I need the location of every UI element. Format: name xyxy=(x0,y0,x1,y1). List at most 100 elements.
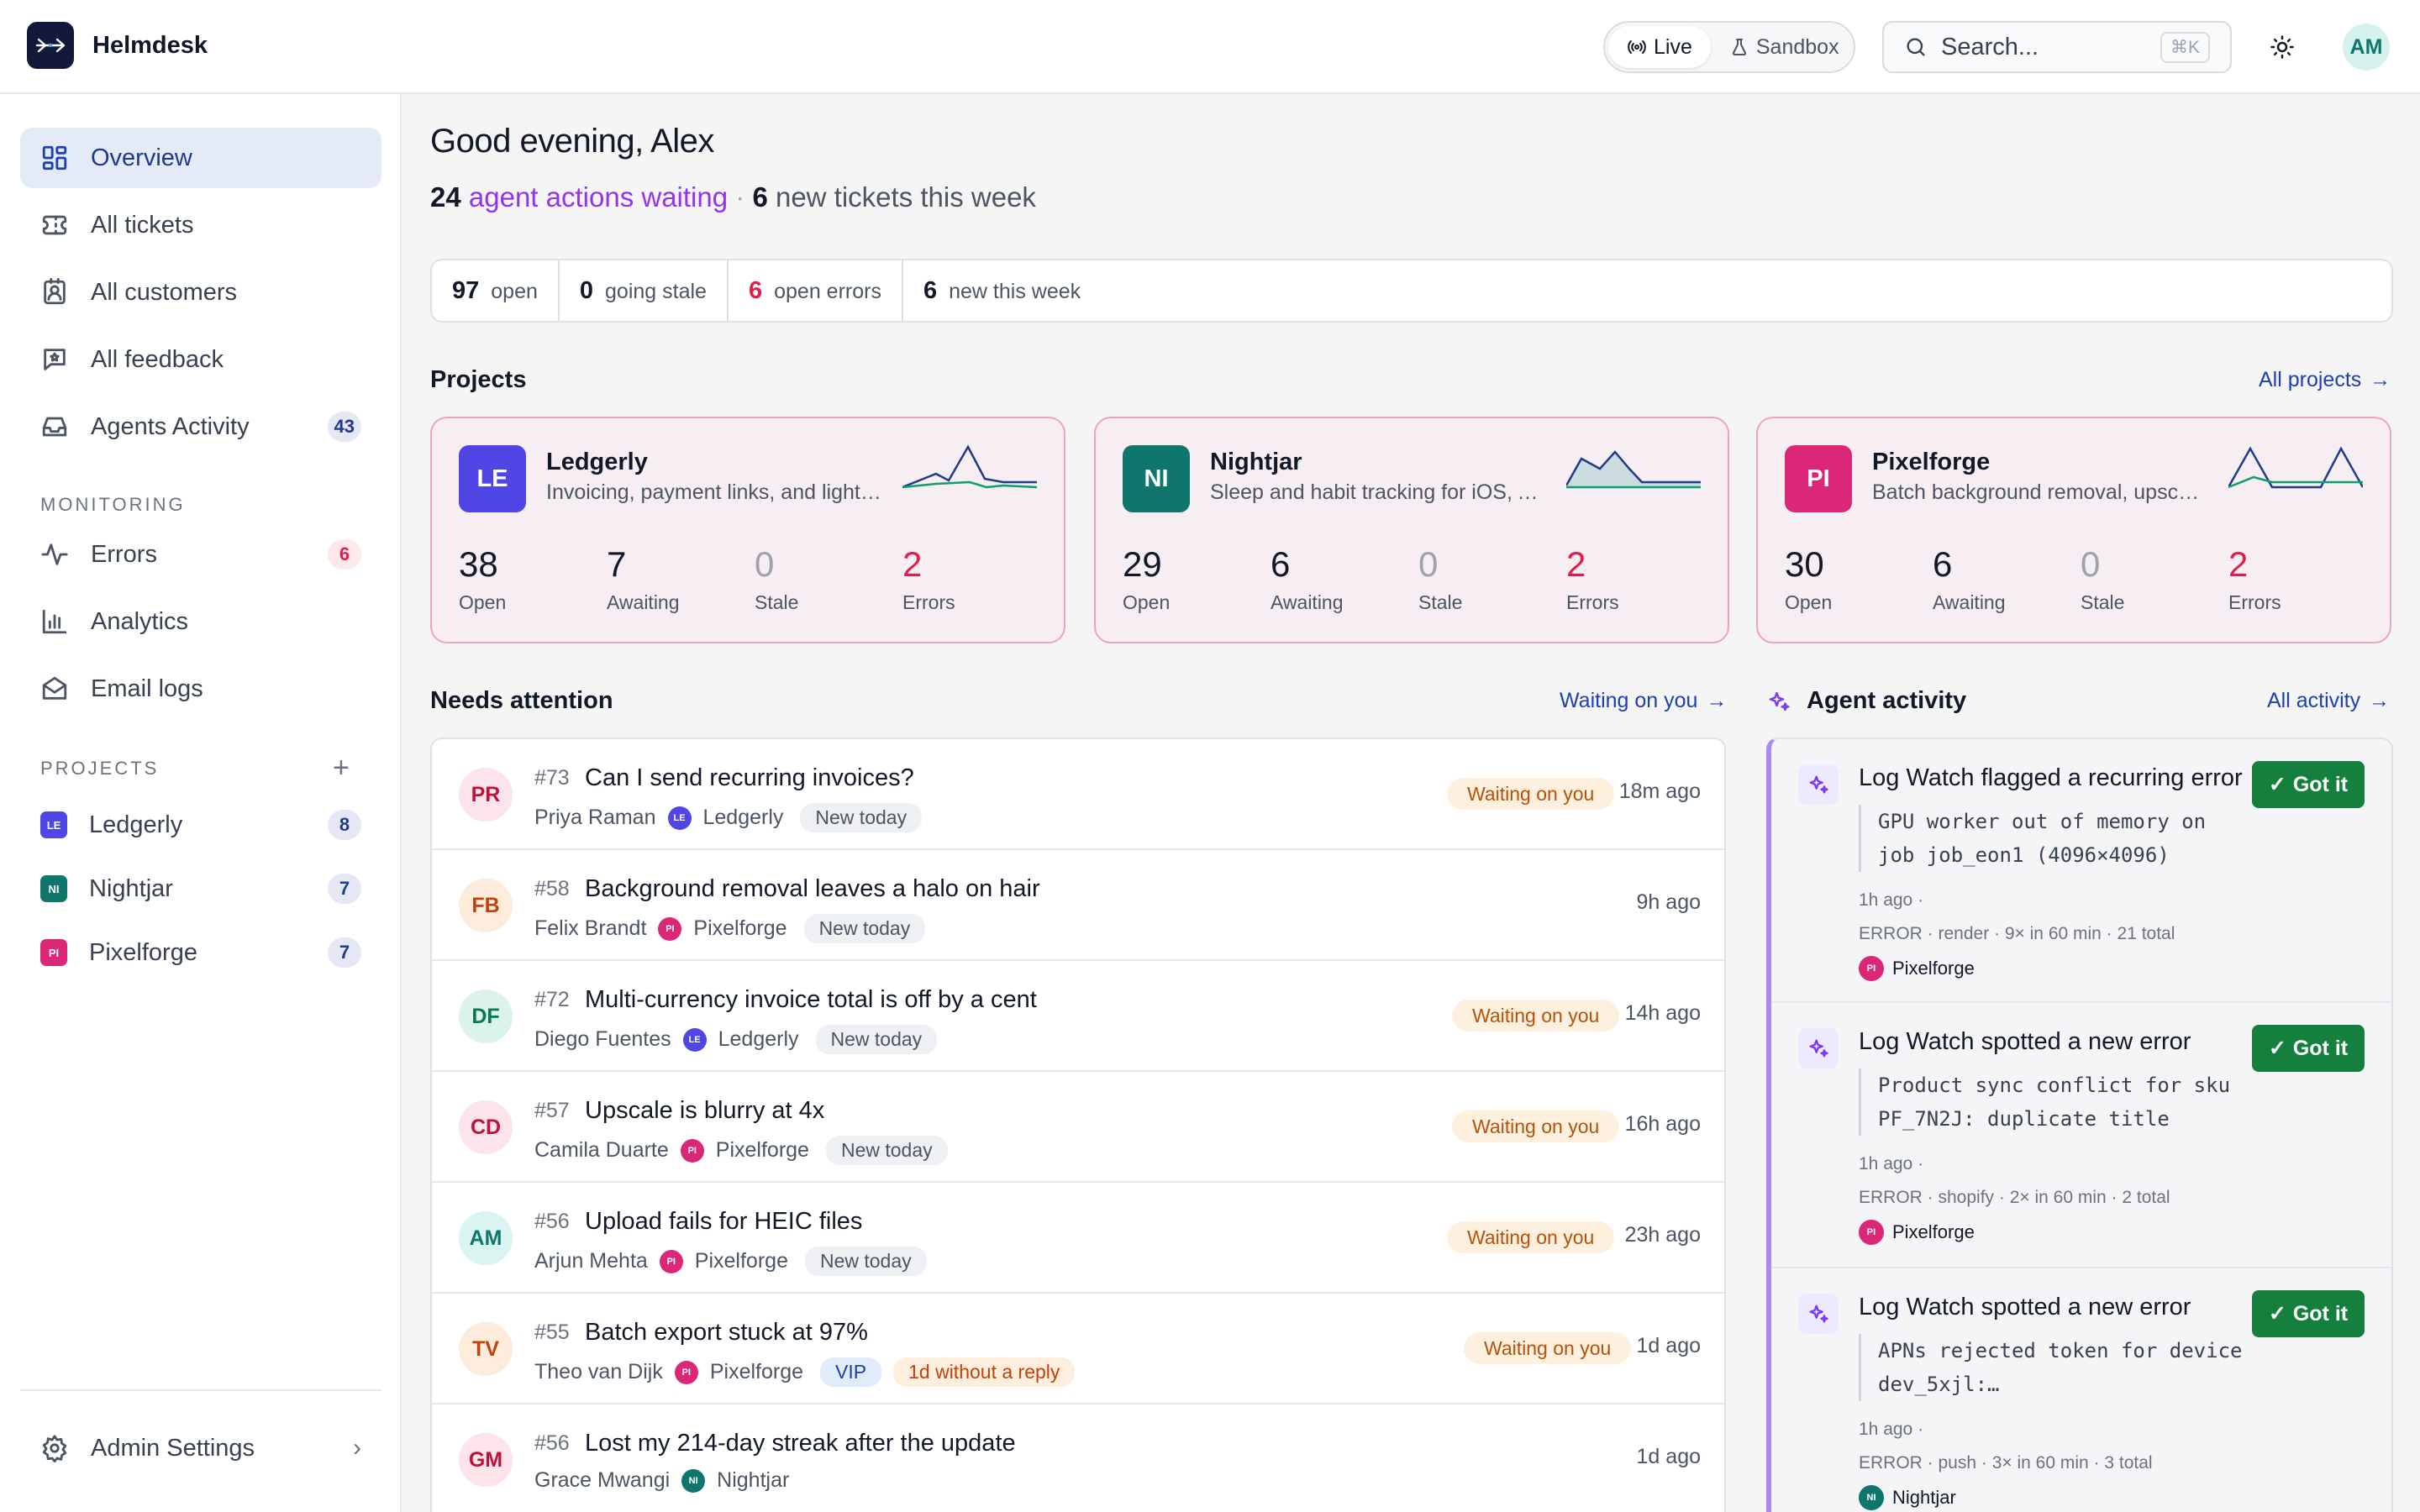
project-chip: PI xyxy=(659,1249,683,1273)
customer-name: Felix Brandt xyxy=(534,916,647,940)
nav-overview[interactable]: Overview xyxy=(20,128,381,188)
nav-admin-settings[interactable]: Admin Settings › xyxy=(20,1418,381,1478)
all-projects-link[interactable]: All projects → xyxy=(2259,368,2391,392)
got-it-button[interactable]: ✓ Got it xyxy=(2252,761,2365,808)
ticket-meta: Arjun Mehta PI Pixelforge New today xyxy=(534,1247,927,1276)
customer-avatar: FB xyxy=(459,879,513,932)
nav-all-feedback[interactable]: All feedback xyxy=(20,329,381,390)
new-today-tag: New today xyxy=(825,1136,948,1165)
project-name: Pixelforge xyxy=(694,1249,788,1273)
monitoring-section-title: MONITORING xyxy=(40,494,186,515)
project-chip: NI xyxy=(1123,445,1190,512)
activity-item[interactable]: Log Watch spotted a new error ✓ Got it AP… xyxy=(1771,1268,2391,1512)
check-icon: ✓ xyxy=(2268,1037,2286,1060)
customer-name: Priya Raman xyxy=(534,806,656,829)
inbox-icon xyxy=(42,417,67,437)
vip-tag: VIP xyxy=(820,1357,882,1387)
stat-open-value: 97 xyxy=(452,277,480,304)
agent-activity-title: Agent activity xyxy=(1807,687,1967,714)
grid-icon xyxy=(42,145,67,171)
search-icon xyxy=(1907,38,1925,56)
metric-stale: 0 Stale xyxy=(1418,544,1462,614)
search-input[interactable] xyxy=(1941,33,2147,61)
got-it-label: Got it xyxy=(2292,1036,2349,1060)
search-box[interactable]: ⌘K xyxy=(1882,21,2232,73)
new-tickets-count: 6 xyxy=(752,181,768,213)
customer-name: Grace Mwangi xyxy=(534,1468,671,1492)
waiting-on-you-link[interactable]: Waiting on you → xyxy=(1560,689,1727,713)
summary-separator: · xyxy=(735,181,745,213)
ticket-row[interactable]: FB #58 Background removal leaves a halo … xyxy=(432,850,1724,961)
customer-avatar: AM xyxy=(459,1211,513,1265)
flask-icon xyxy=(1732,39,1746,55)
metric-errors: 2 Errors xyxy=(902,544,955,614)
project-chip: LE xyxy=(667,806,692,830)
user-avatar[interactable]: AM xyxy=(2343,24,2390,71)
project-chip: PI xyxy=(674,1360,698,1384)
ticket-meta: Priya Raman LE Ledgerly New today xyxy=(534,803,923,832)
nav-all-customers[interactable]: All customers xyxy=(20,262,381,323)
new-today-tag: New today xyxy=(804,1247,927,1276)
nav-email-logs[interactable]: Email logs xyxy=(20,659,381,719)
nav-all-tickets[interactable]: All tickets xyxy=(20,195,381,255)
feedback-icon xyxy=(44,349,66,370)
all-activity-link[interactable]: All activity → xyxy=(2267,689,2390,713)
sidebar: Overview All tickets All customers All f… xyxy=(0,94,402,1512)
project-name: Pixelforge xyxy=(715,1138,809,1162)
project-name: Pixelforge xyxy=(693,916,787,940)
sidebar-project-ledgerly[interactable]: LE Ledgerly 8 xyxy=(20,795,381,855)
ticket-row[interactable]: DF #72 Multi-currency invoice total is o… xyxy=(432,961,1724,1072)
project-chip: PI xyxy=(1785,445,1852,512)
stat-new-this-week[interactable]: 6 new this week xyxy=(903,260,1101,321)
needs-attention-list: PR #73 Can I send recurring invoices? Pr… xyxy=(430,738,1726,1512)
project-card-pixelforge[interactable]: PI Pixelforge Batch background removal, … xyxy=(1756,417,2391,643)
sidebar-project-nightjar[interactable]: NI Nightjar 7 xyxy=(20,858,381,919)
nav-errors[interactable]: Errors 6 xyxy=(20,524,381,585)
metric-stale-value: 0 xyxy=(1418,544,1439,584)
theme-toggle-button[interactable] xyxy=(2264,29,2301,66)
ticket-row[interactable]: TV #55 Batch export stuck at 97% Theo va… xyxy=(432,1294,1724,1404)
nav-analytics-label: Analytics xyxy=(91,607,189,635)
project-card-nightjar[interactable]: NI Nightjar Sleep and habit tracking for… xyxy=(1094,417,1729,643)
gear-icon xyxy=(42,1435,67,1462)
customer-avatar: GM xyxy=(459,1433,513,1487)
mode-sandbox-button[interactable]: Sandbox xyxy=(1711,26,1858,68)
chevron-right-icon: › xyxy=(353,1434,361,1462)
ticket-row[interactable]: CD #57 Upscale is blurry at 4x Camila Du… xyxy=(432,1072,1724,1183)
customer-name: Camila Duarte xyxy=(534,1138,669,1162)
got-it-button[interactable]: ✓ Got it xyxy=(2252,1290,2365,1337)
agents-activity-count: 43 xyxy=(327,412,361,442)
sidebar-divider xyxy=(20,1389,381,1391)
errors-count: 6 xyxy=(328,539,361,570)
stat-going-stale[interactable]: 0 going stale xyxy=(560,260,729,321)
activity-item[interactable]: Log Watch spotted a new error ✓ Got it Pr… xyxy=(1771,1003,2391,1268)
ticket-row[interactable]: PR #73 Can I send recurring invoices? Pr… xyxy=(432,739,1724,850)
stat-open[interactable]: 97 open xyxy=(432,260,560,321)
project-description: Sleep and habit tracking for iOS, Androi… xyxy=(1210,480,1546,504)
nav-analytics[interactable]: Analytics xyxy=(20,591,381,652)
agent-actions-link[interactable]: agent actions waiting xyxy=(469,181,728,213)
metric-awaiting-label: Awaiting xyxy=(607,591,680,613)
contact-icon xyxy=(44,278,66,305)
ticket-row[interactable]: GM #56 Lost my 214-day streak after the … xyxy=(432,1404,1724,1512)
new-today-tag: New today xyxy=(803,914,926,943)
sidebar-project-pixelforge-label: Pixelforge xyxy=(89,938,197,966)
brand[interactable]: Helmdesk xyxy=(27,22,208,69)
customer-avatar: PR xyxy=(459,768,513,822)
mail-icon xyxy=(42,676,67,700)
project-name: Pixelforge xyxy=(709,1360,804,1383)
stat-open-errors[interactable]: 6 open errors xyxy=(729,260,903,321)
activity-item[interactable]: Log Watch flagged a recurring error ✓ Got… xyxy=(1771,739,2391,1003)
sparkle-icon xyxy=(1798,1028,1839,1068)
project-card-ledgerly[interactable]: LE Ledgerly Invoicing, payment links, an… xyxy=(430,417,1065,643)
app-name: Helmdesk xyxy=(92,31,208,59)
got-it-button[interactable]: ✓ Got it xyxy=(2252,1025,2365,1072)
sidebar-project-pixelforge[interactable]: PI Pixelforge 7 xyxy=(20,922,381,983)
mode-live-button[interactable]: Live xyxy=(1608,26,1711,68)
activity-time: 1h ago · xyxy=(1859,890,1924,910)
ticket-row[interactable]: AM #56 Upload fails for HEIC files Arjun… xyxy=(432,1183,1724,1294)
add-project-button[interactable]: + xyxy=(333,752,350,785)
nav-agents-activity[interactable]: Agents Activity 43 xyxy=(20,396,381,457)
error-meta: ERROR · shopify · 2× in 60 min · 2 total xyxy=(1859,1188,2170,1207)
mode-live-label: Live xyxy=(1654,34,1692,59)
